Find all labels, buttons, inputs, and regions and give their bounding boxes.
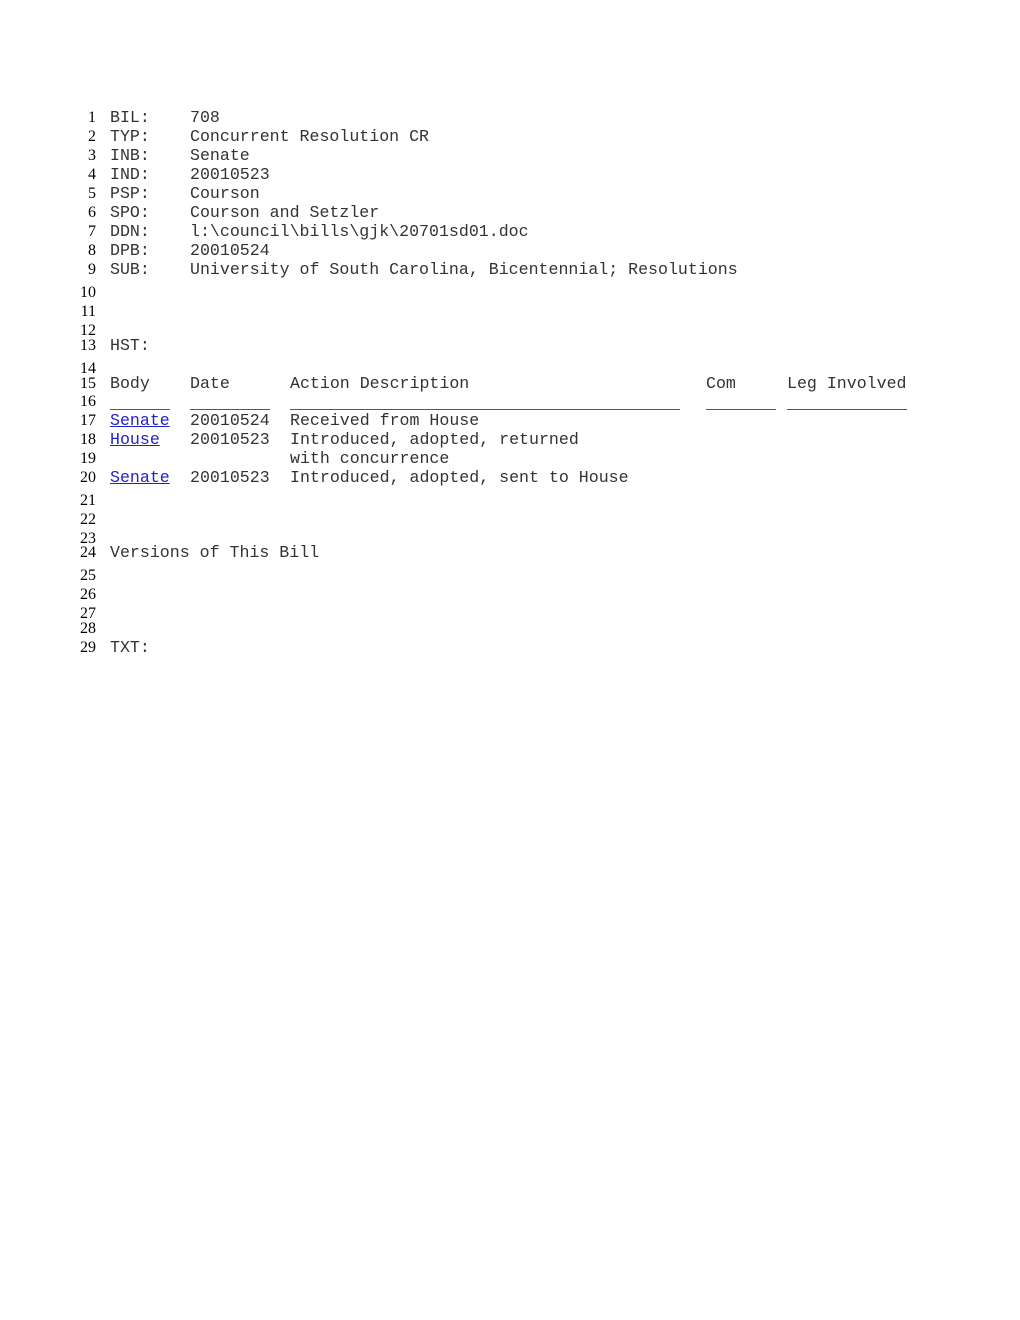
column-rule-date bbox=[190, 409, 270, 410]
line-number: 29 bbox=[80, 639, 96, 656]
field-key-spo: SPO: bbox=[110, 203, 150, 222]
bill-document: 1 2 3 4 5 6 7 8 9 10 11 12 13 14 15 16 1… bbox=[0, 0, 1020, 1320]
action-description-continued: with concurrence bbox=[290, 449, 450, 468]
field-value-ddn: l:\council\bills\gjk\20701sd01.doc bbox=[190, 222, 529, 241]
action-description: Received from House bbox=[290, 411, 480, 430]
line-number: 28 bbox=[80, 620, 96, 637]
line-number: 7 bbox=[88, 223, 96, 240]
body-link-house[interactable]: House bbox=[110, 431, 160, 448]
action-description: Introduced, adopted, returned bbox=[290, 430, 579, 449]
column-rule-action bbox=[290, 409, 680, 410]
line-number: 6 bbox=[88, 204, 96, 221]
line-number: 5 bbox=[88, 185, 96, 202]
column-rule-leg-involved bbox=[787, 409, 907, 410]
history-label: HST: bbox=[110, 336, 150, 355]
line-number: 17 bbox=[80, 412, 96, 429]
line-number: 4 bbox=[88, 166, 96, 183]
column-rule-com bbox=[706, 409, 776, 410]
versions-heading: Versions of This Bill bbox=[110, 543, 320, 562]
line-number: 16 bbox=[80, 393, 96, 410]
body-link-senate[interactable]: Senate bbox=[110, 412, 170, 429]
field-key-inb: INB: bbox=[110, 146, 150, 165]
line-number: 15 bbox=[80, 375, 96, 392]
line-number: 21 bbox=[80, 492, 96, 509]
field-value-typ: Concurrent Resolution CR bbox=[190, 127, 429, 146]
column-header-action: Action Description bbox=[290, 374, 470, 393]
line-number: 20 bbox=[80, 469, 96, 486]
action-date: 20010523 bbox=[190, 468, 270, 487]
field-value-inb: Senate bbox=[190, 146, 250, 165]
action-description: Introduced, adopted, sent to House bbox=[290, 468, 629, 487]
field-key-bil: BIL: bbox=[110, 108, 150, 127]
line-number: 1 bbox=[88, 109, 96, 126]
action-date: 20010524 bbox=[190, 411, 270, 430]
line-number: 19 bbox=[80, 450, 96, 467]
text-label: TXT: bbox=[110, 638, 150, 657]
line-number: 8 bbox=[88, 242, 96, 259]
column-header-body: Body bbox=[110, 374, 150, 393]
field-key-psp: PSP: bbox=[110, 184, 150, 203]
field-value-dpb: 20010524 bbox=[190, 241, 270, 260]
action-date: 20010523 bbox=[190, 430, 270, 449]
field-key-ddn: DDN: bbox=[110, 222, 150, 241]
line-number: 18 bbox=[80, 431, 96, 448]
field-value-spo: Courson and Setzler bbox=[190, 203, 380, 222]
field-key-dpb: DPB: bbox=[110, 241, 150, 260]
line-number: 11 bbox=[80, 303, 96, 320]
column-rule-body bbox=[110, 409, 170, 410]
line-number: 2 bbox=[88, 128, 96, 145]
column-header-leg-involved: Leg Involved bbox=[787, 374, 907, 393]
field-value-ind: 20010523 bbox=[190, 165, 270, 184]
field-key-sub: SUB: bbox=[110, 260, 150, 279]
field-value-sub: University of South Carolina, Bicentenni… bbox=[190, 260, 738, 279]
line-number: 10 bbox=[80, 284, 96, 301]
line-number: 3 bbox=[88, 147, 96, 164]
line-number: 24 bbox=[80, 544, 96, 561]
field-key-ind: IND: bbox=[110, 165, 150, 184]
body-link-senate[interactable]: Senate bbox=[110, 469, 170, 486]
line-number: 9 bbox=[88, 261, 96, 278]
field-value-bil: 708 bbox=[190, 108, 220, 127]
field-key-typ: TYP: bbox=[110, 127, 150, 146]
line-number: 22 bbox=[80, 511, 96, 528]
line-number: 26 bbox=[80, 586, 96, 603]
column-header-date: Date bbox=[190, 374, 230, 393]
column-header-com: Com bbox=[706, 374, 736, 393]
line-number: 25 bbox=[80, 567, 96, 584]
line-number: 13 bbox=[80, 337, 96, 354]
field-value-psp: Courson bbox=[190, 184, 260, 203]
